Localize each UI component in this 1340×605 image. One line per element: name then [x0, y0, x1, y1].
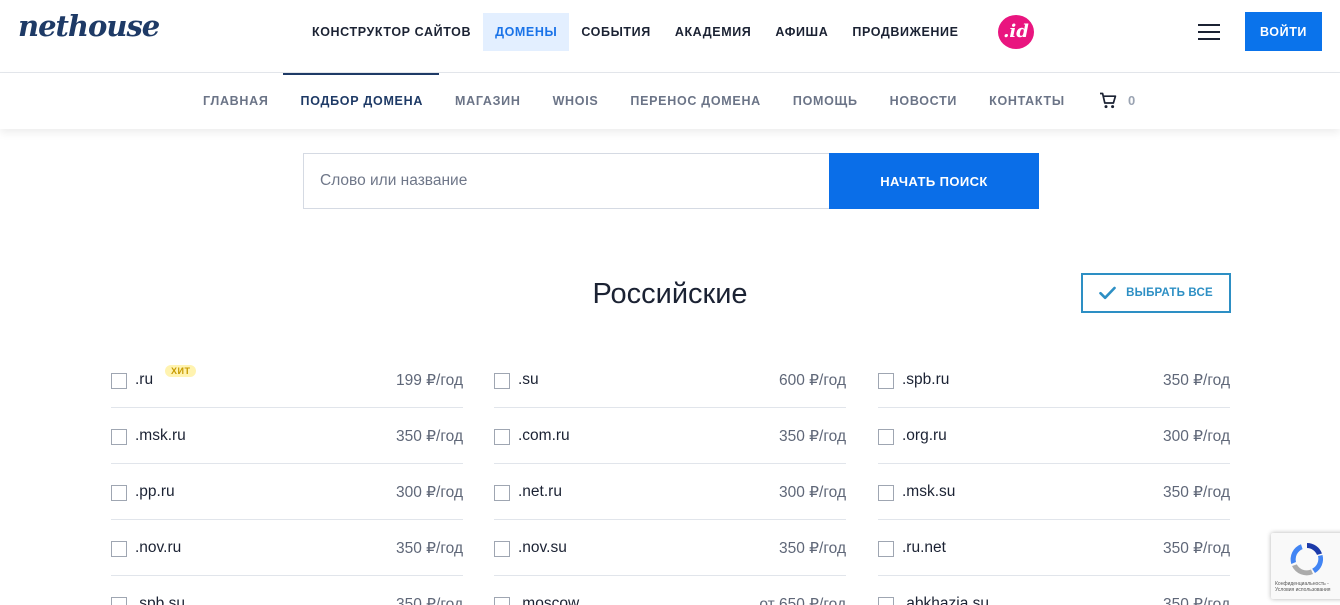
- top-header: nethouse КОНСТРУКТОР САЙТОВ ДОМЕНЫ СОБЫТ…: [0, 0, 1340, 73]
- domain-name: .net.ru: [518, 483, 562, 500]
- hit-badge: ХИТ: [165, 365, 197, 377]
- start-search-button[interactable]: НАЧАТЬ ПОИСК: [829, 153, 1039, 209]
- sub-nav-items: ГЛАВНАЯ ПОДБОР ДОМЕНА МАГАЗИН WHOIS ПЕРЕ…: [187, 73, 1081, 129]
- cart-button[interactable]: 0: [1099, 92, 1135, 109]
- domain-name: .ru: [135, 371, 154, 388]
- domain-name: .com.ru: [518, 427, 570, 444]
- domain-row[interactable]: .pp.ru 300 ₽/год: [111, 464, 463, 520]
- domain-checkbox[interactable]: [111, 541, 127, 557]
- select-all-label: ВЫБРАТЬ ВСЕ: [1126, 287, 1213, 299]
- domain-price: 350 ₽/год: [396, 596, 463, 605]
- id-logo-icon[interactable]: .id: [998, 15, 1034, 49]
- login-button[interactable]: ВОЙТИ: [1245, 12, 1322, 51]
- cart-icon: [1100, 92, 1117, 109]
- domain-checkbox[interactable]: [878, 597, 894, 605]
- domain-name: .pp.ru: [135, 483, 175, 500]
- domain-price: 300 ₽/год: [779, 484, 846, 501]
- domain-row[interactable]: .abkhazia.su 350 ₽/год: [878, 576, 1230, 605]
- domain-column-3: .spb.ru 350 ₽/год .org.ru 300 ₽/год .msk…: [878, 352, 1230, 605]
- domain-price: 350 ₽/год: [396, 428, 463, 445]
- nav-item-site-builder[interactable]: КОНСТРУКТОР САЙТОВ: [300, 13, 483, 51]
- subnav-item-shop[interactable]: МАГАЗИН: [439, 94, 537, 108]
- domain-row[interactable]: .msk.ru 350 ₽/год: [111, 408, 463, 464]
- domain-checkbox[interactable]: [878, 429, 894, 445]
- domain-row[interactable]: .nov.ru 350 ₽/год: [111, 520, 463, 576]
- hamburger-menu-icon[interactable]: [1198, 24, 1220, 40]
- domain-name: .moscow: [518, 595, 580, 605]
- recaptcha-icon: [1290, 543, 1324, 576]
- domain-row[interactable]: .nov.su 350 ₽/год: [494, 520, 846, 576]
- recaptcha-badge[interactable]: Конфиденциальность - Условия использован…: [1271, 533, 1340, 599]
- nethouse-logo[interactable]: nethouse: [18, 9, 160, 43]
- domain-price: 300 ₽/год: [1163, 428, 1230, 445]
- domain-row[interactable]: .ru ХИТ 199 ₽/год: [111, 352, 463, 408]
- nav-item-promotion[interactable]: ПРОДВИЖЕНИЕ: [840, 13, 970, 51]
- recaptcha-text: Конфиденциальность - Условия использован…: [1275, 581, 1331, 593]
- domain-name: .su: [518, 371, 539, 388]
- domain-row[interactable]: .spb.ru 350 ₽/год: [878, 352, 1230, 408]
- nav-item-afisha[interactable]: АФИША: [763, 13, 840, 51]
- domain-name: .msk.ru: [135, 427, 186, 444]
- domain-row[interactable]: .spb.su 350 ₽/год: [111, 576, 463, 605]
- sub-nav: ГЛАВНАЯ ПОДБОР ДОМЕНА МАГАЗИН WHOIS ПЕРЕ…: [0, 73, 1340, 129]
- check-icon: [1099, 286, 1116, 300]
- domain-row[interactable]: .moscow от 650 ₽/год: [494, 576, 846, 605]
- domain-name: .nov.su: [518, 539, 567, 556]
- nav-item-academy[interactable]: АКАДЕМИЯ: [663, 13, 764, 51]
- domain-price: от 650 ₽/год: [759, 596, 846, 605]
- domain-column-2: .su 600 ₽/год .com.ru 350 ₽/год .net.ru …: [494, 352, 846, 605]
- domain-checkbox[interactable]: [494, 541, 510, 557]
- domain-price: 350 ₽/год: [1163, 484, 1230, 501]
- domain-price: 199 ₽/год: [396, 372, 463, 389]
- domain-checkbox[interactable]: [494, 429, 510, 445]
- domain-price: 350 ₽/год: [779, 540, 846, 557]
- domain-price: 350 ₽/год: [779, 428, 846, 445]
- domain-price: 350 ₽/год: [1163, 596, 1230, 605]
- main-nav: КОНСТРУКТОР САЙТОВ ДОМЕНЫ СОБЫТИЯ АКАДЕМ…: [300, 13, 971, 51]
- subnav-item-whois[interactable]: WHOIS: [537, 94, 615, 108]
- domain-column-1: .ru ХИТ 199 ₽/год .msk.ru 350 ₽/год .pp.…: [111, 352, 463, 605]
- domain-price: 350 ₽/год: [1163, 540, 1230, 557]
- subnav-item-transfer[interactable]: ПЕРЕНОС ДОМЕНА: [614, 94, 776, 108]
- domain-row[interactable]: .ru.net 350 ₽/год: [878, 520, 1230, 576]
- cart-count: 0: [1128, 93, 1136, 108]
- domain-name: .spb.ru: [902, 371, 950, 388]
- subnav-item-contacts[interactable]: КОНТАКТЫ: [973, 94, 1081, 108]
- domain-name: .nov.ru: [135, 539, 182, 556]
- domain-name: .org.ru: [902, 427, 947, 444]
- domain-checkbox[interactable]: [494, 597, 510, 605]
- domain-price: 350 ₽/год: [1163, 372, 1230, 389]
- domain-checkbox[interactable]: [111, 373, 127, 389]
- domain-row[interactable]: .org.ru 300 ₽/год: [878, 408, 1230, 464]
- subnav-item-domain-search[interactable]: ПОДБОР ДОМЕНА: [285, 94, 440, 108]
- domain-checkbox[interactable]: [494, 485, 510, 501]
- domain-row[interactable]: .msk.su 350 ₽/год: [878, 464, 1230, 520]
- subnav-item-home[interactable]: ГЛАВНАЯ: [187, 94, 285, 108]
- domain-name: .spb.su: [135, 595, 185, 605]
- domain-checkbox[interactable]: [494, 373, 510, 389]
- domain-search-input[interactable]: [303, 153, 829, 209]
- domain-checkbox[interactable]: [111, 429, 127, 445]
- nav-item-domains[interactable]: ДОМЕНЫ: [483, 13, 570, 51]
- domain-name: .abkhazia.su: [902, 595, 990, 605]
- domain-checkbox[interactable]: [111, 485, 127, 501]
- nav-item-events[interactable]: СОБЫТИЯ: [569, 13, 662, 51]
- select-all-button[interactable]: ВЫБРАТЬ ВСЕ: [1081, 273, 1231, 313]
- domain-price: 600 ₽/год: [779, 372, 846, 389]
- domain-row[interactable]: .com.ru 350 ₽/год: [494, 408, 846, 464]
- domain-checkbox[interactable]: [878, 485, 894, 501]
- domain-checkbox[interactable]: [878, 541, 894, 557]
- subnav-item-news[interactable]: НОВОСТИ: [874, 94, 973, 108]
- domain-row[interactable]: .su 600 ₽/год: [494, 352, 846, 408]
- domain-name: .ru.net: [902, 539, 946, 556]
- domain-name: .msk.su: [902, 483, 956, 500]
- subnav-item-help[interactable]: ПОМОЩЬ: [777, 94, 874, 108]
- domain-row[interactable]: .net.ru 300 ₽/год: [494, 464, 846, 520]
- domain-checkbox[interactable]: [878, 373, 894, 389]
- domain-checkbox[interactable]: [111, 597, 127, 605]
- domain-price: 350 ₽/год: [396, 540, 463, 557]
- domain-price: 300 ₽/год: [396, 484, 463, 501]
